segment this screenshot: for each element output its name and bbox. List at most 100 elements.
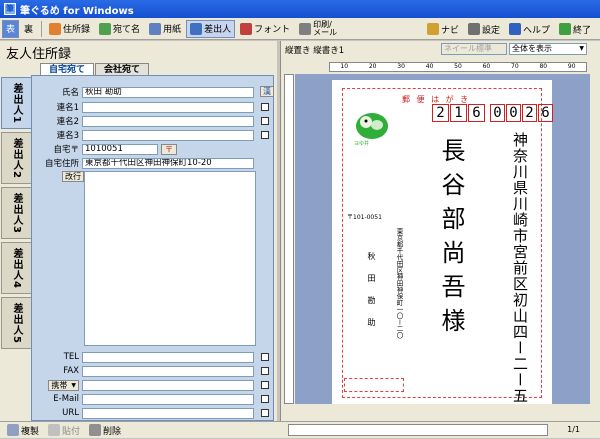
renmei1-row: 連名1 xyxy=(32,101,254,113)
status-bar: 1/1 xyxy=(280,421,600,438)
address-book-button[interactable]: 住所録 xyxy=(45,20,94,38)
navi-button[interactable]: ナビ xyxy=(423,20,463,38)
printer-icon xyxy=(299,22,312,35)
toolbar: 表 裏 住所録 宛て名 用紙 差出人 フォント 印刷/メール ナビ 設定 ヘルプ… xyxy=(0,18,600,40)
style-select[interactable]: ネイール標準 xyxy=(441,43,507,55)
renmei1-field[interactable] xyxy=(82,101,254,113)
name-row: 氏名 秋田 勘助 xyxy=(32,86,254,98)
copy-icon xyxy=(7,424,19,436)
fax-row: FAX xyxy=(32,365,254,377)
dropdown-icon: ▼ xyxy=(579,45,584,52)
zip-label: 自宅〒 xyxy=(53,145,79,155)
trash-icon xyxy=(89,424,102,436)
renmei3-field[interactable] xyxy=(82,129,254,141)
email-checkbox[interactable] xyxy=(261,395,269,403)
help-button[interactable]: ヘルプ xyxy=(505,20,554,38)
zip-digit: 0 xyxy=(490,104,505,122)
recipient-name: 長谷部尚吾様 xyxy=(437,138,465,342)
sender-button[interactable]: 差出人 xyxy=(186,19,236,38)
zip-digit: 2 xyxy=(432,104,449,122)
navi-icon xyxy=(426,23,439,35)
font-button[interactable]: フォント xyxy=(236,20,294,38)
renmei2-field[interactable] xyxy=(82,115,254,127)
zip-field[interactable]: 1010051 xyxy=(82,143,158,155)
fax-field[interactable] xyxy=(82,365,254,377)
page-count: 1/1 xyxy=(567,425,580,434)
tab-sender-1[interactable]: 差出人1 xyxy=(1,77,31,129)
tab-sender-3[interactable]: 差出人3 xyxy=(1,187,31,239)
recipient-address: 神奈川県川崎市宮前区初山四ー二ー五 xyxy=(511,132,529,404)
zip-row: 自宅〒 1010051 〒 xyxy=(32,143,177,155)
postcard[interactable]: 郵 便 は が き 2 1 6 0 0 2 6 ヨゆ井 神奈川県川崎市宮前区初山… xyxy=(332,80,553,404)
duplicate-button[interactable]: 複製 xyxy=(3,421,43,439)
zip-digit: 1 xyxy=(450,104,467,122)
renmei2-checkbox[interactable] xyxy=(261,117,269,125)
settings-button[interactable]: 設定 xyxy=(464,20,504,38)
app-icon: 筆 xyxy=(4,3,16,15)
toolbar-separator xyxy=(41,20,43,37)
font-icon xyxy=(240,22,253,35)
name-label: 氏名 xyxy=(61,88,79,98)
tel-row: TEL xyxy=(32,351,254,363)
print-mail-button[interactable]: 印刷/メール xyxy=(295,20,341,38)
paper-icon xyxy=(149,22,162,35)
zip-digit: 2 xyxy=(522,104,537,122)
renmei2-row: 連名2 xyxy=(32,115,254,127)
horizontal-scrollbar[interactable] xyxy=(288,424,548,436)
horizontal-ruler: 10 20 30 40 50 60 70 80 90 xyxy=(329,62,587,72)
exit-button[interactable]: 終了 xyxy=(555,20,595,38)
address-textarea[interactable] xyxy=(84,171,256,346)
paper-button[interactable]: 用紙 xyxy=(145,20,185,38)
tel-field[interactable] xyxy=(82,351,254,363)
dropdown-icon: ▼ xyxy=(71,381,76,389)
tel-checkbox[interactable] xyxy=(261,353,269,361)
renmei3-label: 連名3 xyxy=(56,131,79,141)
mobile-field[interactable] xyxy=(82,379,254,391)
url-checkbox[interactable] xyxy=(261,409,269,417)
url-field[interactable] xyxy=(82,407,254,419)
delete-button[interactable]: 削除 xyxy=(85,421,125,439)
url-label: URL xyxy=(62,408,79,418)
mobile-select[interactable]: 携帯 ▼ xyxy=(48,379,79,391)
back-button[interactable]: 裏 xyxy=(20,20,37,38)
fax-label: FAX xyxy=(63,366,79,376)
renmei3-checkbox[interactable] xyxy=(261,131,269,139)
line-break-button[interactable]: 改行 xyxy=(62,171,84,182)
address-book-icon xyxy=(49,22,62,35)
zip-digit: 6 xyxy=(468,104,485,122)
url-row: URL xyxy=(32,407,254,419)
sender-tabs: 差出人1 差出人2 差出人3 差出人4 差出人5 xyxy=(1,77,31,352)
fax-checkbox[interactable] xyxy=(261,367,269,375)
preview-panel: 縦置き 縦書き1 ネイール標準 全体を表示 ▼ 10 20 30 40 50 60… xyxy=(280,41,600,421)
address-book-title: 友人住所録 xyxy=(6,47,72,62)
tab-sender-4[interactable]: 差出人4 xyxy=(1,242,31,294)
tab-sender-2[interactable]: 差出人2 xyxy=(1,132,31,184)
renmei1-label: 連名1 xyxy=(56,103,79,113)
kanji-button[interactable]: 漢 xyxy=(260,86,274,97)
address-book-panel: 友人住所録 差出人1 差出人2 差出人3 差出人4 差出人5 自宅宛て 会社宛て… xyxy=(0,41,277,421)
addressee-button[interactable]: 宛て名 xyxy=(95,20,144,38)
email-label: E-Mail xyxy=(53,394,79,404)
mobile-row: 携帯 ▼ xyxy=(32,379,254,391)
help-icon xyxy=(508,23,521,35)
front-button[interactable]: 表 xyxy=(2,19,20,38)
email-field[interactable] xyxy=(82,393,254,405)
tab-sender-5[interactable]: 差出人5 xyxy=(1,297,31,349)
sender-icon xyxy=(190,22,203,35)
mobile-checkbox[interactable] xyxy=(261,381,269,389)
email-row: E-Mail xyxy=(32,393,254,405)
renmei2-label: 連名2 xyxy=(56,117,79,127)
zip-digit: 6 xyxy=(538,104,553,122)
gear-icon xyxy=(467,23,480,35)
renmei1-checkbox[interactable] xyxy=(261,103,269,111)
zip-lookup-button[interactable]: 〒 xyxy=(161,143,177,155)
paste-button[interactable]: 貼付 xyxy=(44,421,84,439)
stamp-image: ヨゆ井 xyxy=(352,110,392,148)
zip-digit: 0 xyxy=(506,104,521,122)
address-field[interactable]: 東京都千代田区神田神保町10-20 xyxy=(82,157,254,169)
bottom-zip-box xyxy=(344,378,404,392)
sender-form: 氏名 秋田 勘助 漢 連名1 連名2 連名3 自宅〒 1010051 〒 自宅住… xyxy=(31,75,274,421)
window-title: 筆ぐるめ for Windows xyxy=(20,5,134,17)
name-field[interactable]: 秋田 勘助 xyxy=(82,86,254,98)
zoom-select[interactable]: 全体を表示 ▼ xyxy=(509,43,587,55)
